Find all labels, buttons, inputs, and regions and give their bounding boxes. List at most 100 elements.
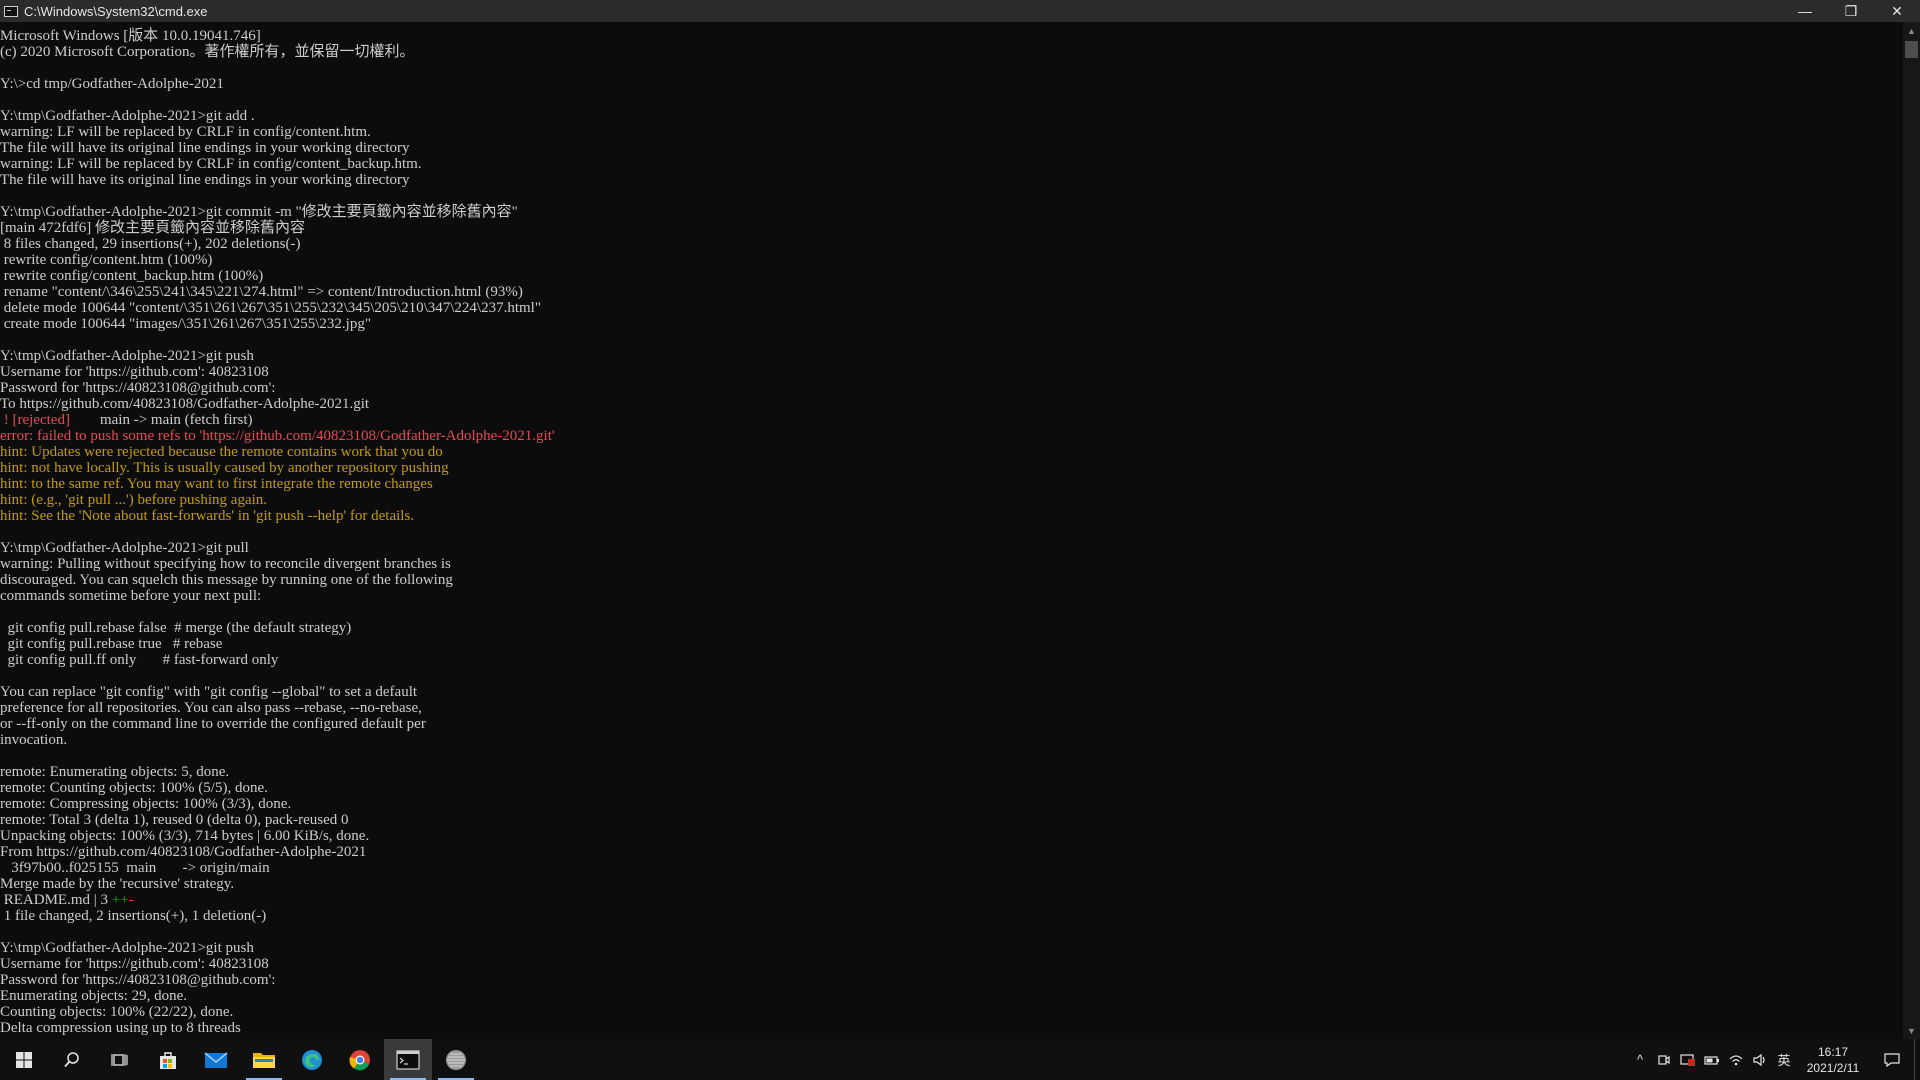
console-segment: hint: to the same ref. You may want to f… xyxy=(0,476,433,492)
mail-icon xyxy=(204,1050,228,1070)
console-segment: remote: Total 3 (delta 1), reused 0 (del… xyxy=(0,812,349,828)
volume-icon[interactable] xyxy=(1748,1039,1772,1080)
console-segment: warning: Pulling without specifying how … xyxy=(0,556,451,572)
console-line: 1 file changed, 2 insertions(+), 1 delet… xyxy=(0,908,1903,924)
console-segment: hint: Updates were rejected because the … xyxy=(0,444,443,460)
console-line: invocation. xyxy=(0,732,1903,748)
console-line: commands sometime before your next pull: xyxy=(0,588,1903,604)
console-line: git config pull.ff only # fast-forward o… xyxy=(0,652,1903,668)
console-line: hint: (e.g., 'git pull ...') before push… xyxy=(0,492,1903,508)
console-line: Username for 'https://github.com': 40823… xyxy=(0,956,1903,972)
taskbar-mail[interactable] xyxy=(192,1039,240,1080)
start-button[interactable] xyxy=(0,1039,48,1080)
console-segment: 1 file changed, 2 insertions(+), 1 delet… xyxy=(0,908,267,924)
console-segment: Microsoft Windows [版本 10.0.19041.746] xyxy=(0,28,261,44)
console-line: error: failed to push some refs to 'http… xyxy=(0,428,1903,444)
search-icon xyxy=(63,1051,81,1069)
task-view-icon xyxy=(111,1051,129,1069)
console-segment: 8 files changed, 29 insertions(+), 202 d… xyxy=(0,236,301,252)
console-segment: Y:\tmp\Godfather-Adolphe-2021>git add . xyxy=(0,108,255,124)
vertical-scrollbar[interactable]: ▲ ▼ xyxy=(1903,22,1920,1039)
console-segment: - xyxy=(128,892,134,908)
console-line: hint: See the 'Note about fast-forwards'… xyxy=(0,508,1903,524)
console-line: 8 files changed, 29 insertions(+), 202 d… xyxy=(0,236,1903,252)
taskbar-store[interactable] xyxy=(144,1039,192,1080)
search-button[interactable] xyxy=(48,1039,96,1080)
console-line: From https://github.com/40823108/Godfath… xyxy=(0,844,1903,860)
chrome-icon xyxy=(348,1048,372,1072)
app-orb-icon xyxy=(444,1048,468,1072)
console-line: remote: Enumerating objects: 5, done. xyxy=(0,764,1903,780)
console-text: Microsoft Windows [版本 10.0.19041.746] (c)… xyxy=(0,22,1903,1036)
console-line: Enumerating objects: 29, done. xyxy=(0,988,1903,1004)
console-line: warning: LF will be replaced by CRLF in … xyxy=(0,124,1903,140)
scroll-up-arrow-icon[interactable]: ▲ xyxy=(1903,22,1920,39)
console-segment: (c) 2020 Microsoft Corporation。著作權所有，並保留… xyxy=(0,44,415,60)
console-segment: remote: Counting objects: 100% (5/5), do… xyxy=(0,780,268,796)
edge-icon xyxy=(300,1048,324,1072)
taskbar-edge[interactable] xyxy=(288,1039,336,1080)
taskbar-clock[interactable]: 16:17 2021/2/11 xyxy=(1796,1044,1870,1076)
console-segment: git config pull.rebase false # merge (th… xyxy=(0,620,352,636)
meet-now-icon[interactable] xyxy=(1652,1039,1676,1080)
onedrive-status-icon[interactable] xyxy=(1676,1039,1700,1080)
console-line: Counting objects: 100% (22/22), done. xyxy=(0,1004,1903,1020)
restore-button[interactable]: ❐ xyxy=(1828,0,1874,22)
clock-time: 16:17 xyxy=(1817,1044,1849,1059)
show-desktop-button[interactable] xyxy=(1914,1039,1920,1080)
console-segment: Username for 'https://github.com': 40823… xyxy=(0,956,269,972)
console-line: create mode 100644 "images/\351\261\267\… xyxy=(0,316,1903,332)
console-line: rename "content/\346\255\241\345\221\274… xyxy=(0,284,1903,300)
console-line: You can replace "git config" with "git c… xyxy=(0,684,1903,700)
console-segment: discouraged. You can squelch this messag… xyxy=(0,572,453,588)
console-segment: ! [rejected] xyxy=(0,412,70,428)
taskbar-chrome[interactable] xyxy=(336,1039,384,1080)
console-line: or --ff-only on the command line to over… xyxy=(0,716,1903,732)
window-title: C:\Windows\System32\cmd.exe xyxy=(24,3,208,19)
console-segment: rewrite config/content_backup.htm (100%) xyxy=(0,268,264,284)
show-hidden-icons-chevron-icon[interactable]: ^ xyxy=(1628,1039,1652,1080)
console-line: Username for 'https://github.com': 40823… xyxy=(0,364,1903,380)
console-segment: You can replace "git config" with "git c… xyxy=(0,684,418,700)
input-method-indicator[interactable]: 英 xyxy=(1772,1039,1796,1080)
console-line: hint: to the same ref. You may want to f… xyxy=(0,476,1903,492)
taskbar-cmd[interactable] xyxy=(384,1039,432,1080)
console-segment: Y:\tmp\Godfather-Adolphe-2021>git pull xyxy=(0,540,249,556)
console-line: Merge made by the 'recursive' strategy. xyxy=(0,876,1903,892)
console-segment: warning: LF will be replaced by CRLF in … xyxy=(0,124,371,140)
console-line: 3f97b00..f025155 main -> origin/main xyxy=(0,860,1903,876)
console-line: warning: LF will be replaced by CRLF in … xyxy=(0,156,1903,172)
scroll-thumb[interactable] xyxy=(1905,41,1918,58)
console-segment: preference for all repositories. You can… xyxy=(0,700,422,716)
console-segment: Y:\tmp\Godfather-Adolphe-2021>git commit… xyxy=(0,204,518,220)
console-segment: ++ xyxy=(111,892,129,908)
console-segment: remote: Compressing objects: 100% (3/3),… xyxy=(0,796,292,812)
window-titlebar[interactable]: C:\Windows\System32\cmd.exe — ❐ ✕ xyxy=(0,0,1920,22)
console-segment: invocation. xyxy=(0,732,68,748)
scroll-down-arrow-icon[interactable]: ▼ xyxy=(1903,1022,1920,1039)
console-segment: To https://github.com/40823108/Godfather… xyxy=(0,396,370,412)
console-segment: Username for 'https://github.com': 40823… xyxy=(0,364,269,380)
console-line: Microsoft Windows [版本 10.0.19041.746] xyxy=(0,28,1903,44)
console-segment: [main 472fdf6] 修改主要頁籤內容並移除舊內容 xyxy=(0,220,305,236)
console-output[interactable]: Microsoft Windows [版本 10.0.19041.746] (c)… xyxy=(0,22,1903,1039)
console-segment: error: failed to push some refs to 'http… xyxy=(0,428,555,444)
minimize-button[interactable]: — xyxy=(1782,0,1828,22)
console-segment: hint: not have locally. This is usually … xyxy=(0,460,449,476)
console-line: rewrite config/content.htm (100%) xyxy=(0,252,1903,268)
task-view-button[interactable] xyxy=(96,1039,144,1080)
wifi-icon[interactable] xyxy=(1724,1039,1748,1080)
console-line: hint: Updates were rejected because the … xyxy=(0,444,1903,460)
console-line: Y:\tmp\Godfather-Adolphe-2021>git pull xyxy=(0,540,1903,556)
close-button[interactable]: ✕ xyxy=(1874,0,1920,22)
battery-icon[interactable] xyxy=(1700,1039,1724,1080)
taskbar-app[interactable] xyxy=(432,1039,480,1080)
console-segment: rewrite config/content.htm (100%) xyxy=(0,252,213,268)
console-segment: Y:\tmp\Godfather-Adolphe-2021>git push xyxy=(0,348,254,364)
console-line: Y:\tmp\Godfather-Adolphe-2021>git push xyxy=(0,940,1903,956)
taskbar-file-explorer[interactable] xyxy=(240,1039,288,1080)
console-segment: 3f97b00..f025155 main -> origin/main xyxy=(0,860,270,876)
notification-center-icon[interactable] xyxy=(1870,1039,1914,1080)
console-segment: create mode 100644 "images/\351\261\267\… xyxy=(0,316,371,332)
